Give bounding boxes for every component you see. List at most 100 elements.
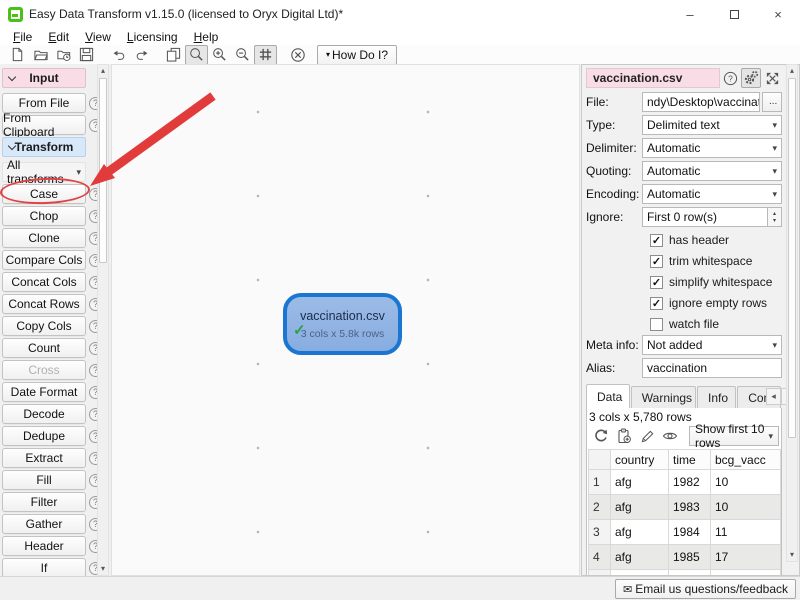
copy-icon[interactable] bbox=[162, 45, 185, 65]
transform-item-case[interactable]: Case bbox=[2, 184, 86, 204]
input-item-from-clipboard[interactable]: From Clipboard bbox=[2, 115, 86, 135]
eye-icon[interactable] bbox=[659, 426, 681, 446]
transform-item-decode[interactable]: Decode bbox=[2, 404, 86, 424]
menu-view[interactable]: View bbox=[77, 30, 119, 44]
canvas[interactable]: ✓ vaccination.csv 3 cols x 5.8k rows bbox=[111, 64, 580, 576]
how-do-i-button[interactable]: ▾How Do I? bbox=[317, 45, 397, 65]
transform-item-count[interactable]: Count bbox=[2, 338, 86, 358]
table-cell[interactable]: afg bbox=[611, 520, 669, 545]
scroll-up-icon[interactable]: ▴ bbox=[787, 65, 797, 77]
spinner-buttons[interactable]: ▴▾ bbox=[768, 207, 782, 227]
transform-item-chop[interactable]: Chop bbox=[2, 206, 86, 226]
table-cell[interactable]: 11 bbox=[711, 520, 781, 545]
settings-gears-icon[interactable] bbox=[741, 68, 761, 88]
email-feedback-button[interactable]: ✉ Email us questions/feedback bbox=[615, 579, 796, 599]
file-path-field[interactable]: ndy\Desktop\vaccination.csv bbox=[642, 92, 760, 112]
transform-item-clone[interactable]: Clone bbox=[2, 228, 86, 248]
zoom-in-icon[interactable] bbox=[208, 45, 231, 65]
transform-item-dedupe[interactable]: Dedupe bbox=[2, 426, 86, 446]
tab-scroll-left-icon[interactable]: ◂ bbox=[766, 388, 781, 405]
table-cell[interactable]: 1983 bbox=[669, 495, 711, 520]
table-cell[interactable]: afg bbox=[611, 470, 669, 495]
tab-data[interactable]: Data bbox=[586, 384, 630, 408]
row-number-cell[interactable]: 3 bbox=[589, 520, 611, 545]
checkbox-icon[interactable] bbox=[650, 318, 663, 331]
table-cell[interactable]: afg bbox=[611, 495, 669, 520]
expand-icon[interactable] bbox=[762, 68, 782, 88]
meta-info-select[interactable]: Not added ▾ bbox=[642, 335, 782, 355]
transform-item-extract[interactable]: Extract bbox=[2, 448, 86, 468]
help-icon[interactable]: ? bbox=[721, 68, 741, 88]
browse-file-button[interactable]: ... bbox=[762, 92, 782, 112]
edit-pencil-icon[interactable] bbox=[636, 426, 658, 446]
right-panel-scrollbar[interactable]: ▴ ▾ bbox=[786, 64, 798, 562]
quoting-select[interactable]: Automatic▾ bbox=[642, 161, 782, 181]
transform-item-header[interactable]: Header bbox=[2, 536, 86, 556]
menu-help[interactable]: Help bbox=[186, 30, 227, 44]
table-cell[interactable]: 1985 bbox=[669, 545, 711, 570]
type-select[interactable]: Delimited text▾ bbox=[642, 115, 782, 135]
redo-icon[interactable] bbox=[130, 45, 153, 65]
row-number-cell[interactable]: 4 bbox=[589, 545, 611, 570]
checkbox-icon[interactable]: ✓ bbox=[650, 234, 663, 247]
table-cell[interactable]: 10 bbox=[711, 495, 781, 520]
transform-filter-dropdown[interactable]: All transforms ▾ bbox=[2, 162, 86, 182]
tab-info[interactable]: Info bbox=[697, 386, 736, 408]
checkbox-has-header[interactable]: ✓has header bbox=[650, 230, 782, 250]
checkbox-icon[interactable]: ✓ bbox=[650, 255, 663, 268]
menu-licensing[interactable]: Licensing bbox=[119, 30, 186, 44]
table-row[interactable]: 1afg198210 bbox=[589, 470, 781, 495]
maximize-button[interactable] bbox=[712, 0, 756, 28]
sidebar-scrollbar-thumb[interactable] bbox=[99, 78, 107, 263]
tab-warnings[interactable]: Warnings bbox=[631, 386, 696, 408]
transform-item-date-format[interactable]: Date Format bbox=[2, 382, 86, 402]
input-section-header[interactable]: Input bbox=[2, 68, 86, 88]
transform-item-concat-rows[interactable]: Concat Rows bbox=[2, 294, 86, 314]
transform-item-cross[interactable]: Cross bbox=[2, 360, 86, 380]
transform-item-fill[interactable]: Fill bbox=[2, 470, 86, 490]
sidebar-scrollbar[interactable]: ▴ ▾ bbox=[97, 64, 109, 576]
column-header-time[interactable]: time bbox=[669, 450, 711, 470]
grid-icon[interactable] bbox=[254, 45, 277, 65]
alias-input[interactable]: vaccination bbox=[642, 358, 782, 378]
new-file-icon[interactable] bbox=[6, 45, 29, 65]
transform-section-header[interactable]: Transform bbox=[2, 137, 86, 157]
zoom-icon[interactable] bbox=[185, 45, 208, 65]
transform-item-compare-cols[interactable]: Compare Cols bbox=[2, 250, 86, 270]
refresh-icon[interactable] bbox=[590, 426, 612, 446]
rows-shown-dropdown[interactable]: Show first 10 rows ▾ bbox=[689, 426, 779, 446]
transform-item-copy-cols[interactable]: Copy Cols bbox=[2, 316, 86, 336]
spinner-down-icon[interactable]: ▾ bbox=[773, 217, 776, 224]
delimiter-select[interactable]: Automatic▾ bbox=[642, 138, 782, 158]
input-item-from-file[interactable]: From File bbox=[2, 93, 86, 113]
row-number-header[interactable] bbox=[589, 450, 611, 470]
table-cell[interactable]: afg bbox=[611, 545, 669, 570]
column-header-bcg_vacc[interactable]: bcg_vacc bbox=[711, 450, 781, 470]
recent-folder-icon[interactable] bbox=[52, 45, 75, 65]
right-panel-scrollbar-thumb[interactable] bbox=[788, 78, 796, 438]
transform-item-if[interactable]: If bbox=[2, 558, 86, 578]
table-cell[interactable]: 10 bbox=[711, 470, 781, 495]
node-vaccination-csv[interactable]: ✓ vaccination.csv 3 cols x 5.8k rows bbox=[283, 293, 402, 355]
scroll-down-icon[interactable]: ▾ bbox=[98, 563, 108, 575]
row-number-cell[interactable]: 1 bbox=[589, 470, 611, 495]
ignore-spinner-field[interactable]: First 0 row(s) bbox=[642, 207, 768, 227]
menu-edit[interactable]: Edit bbox=[40, 30, 77, 44]
transform-item-gather[interactable]: Gather bbox=[2, 514, 86, 534]
checkbox-icon[interactable]: ✓ bbox=[650, 297, 663, 310]
close-button[interactable]: × bbox=[756, 0, 800, 28]
checkbox-simplify-whitespace[interactable]: ✓simplify whitespace bbox=[650, 272, 782, 292]
encoding-select[interactable]: Automatic▾ bbox=[642, 184, 782, 204]
row-number-cell[interactable]: 2 bbox=[589, 495, 611, 520]
table-row[interactable]: 3afg198411 bbox=[589, 520, 781, 545]
cancel-icon[interactable] bbox=[286, 45, 309, 65]
table-row[interactable]: 2afg198310 bbox=[589, 495, 781, 520]
spinner-up-icon[interactable]: ▴ bbox=[773, 210, 776, 217]
table-cell[interactable]: 17 bbox=[711, 545, 781, 570]
paste-add-icon[interactable] bbox=[613, 426, 635, 446]
scroll-down-icon[interactable]: ▾ bbox=[787, 549, 797, 561]
checkbox-ignore-empty-rows[interactable]: ✓ignore empty rows bbox=[650, 293, 782, 313]
table-row[interactable]: 4afg198517 bbox=[589, 545, 781, 570]
menu-file[interactable]: File bbox=[5, 30, 40, 44]
open-folder-icon[interactable] bbox=[29, 45, 52, 65]
